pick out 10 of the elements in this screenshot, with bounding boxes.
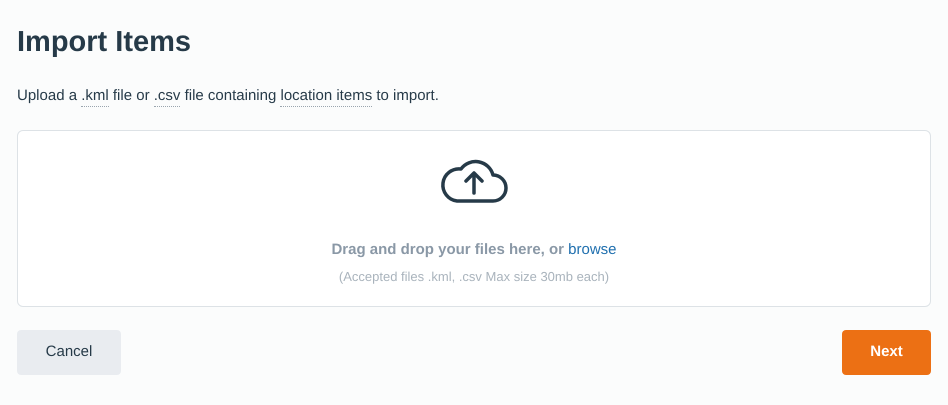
page-title: Import Items — [17, 25, 192, 60]
file-dropzone[interactable]: Drag and drop your files here, or browse (Accepted files .kml, .csv Max size 30mb each) — [17, 130, 931, 306]
cancel-button[interactable]: Cancel — [17, 330, 121, 374]
tooltip-term[interactable]: .csv — [154, 87, 180, 107]
browse-link[interactable]: browse — [568, 240, 617, 258]
accepted-files-hint: (Accepted files .kml, .csv Max size 30mb each) — [338, 268, 610, 286]
tooltip-term[interactable]: .kml — [81, 87, 109, 107]
drop-instructions: Drag and drop your files here, or browse — [331, 240, 617, 260]
tooltip-term[interactable]: location items — [280, 87, 372, 107]
intro-text: Upload a .kml file or .csv file containing location items to import. — [17, 85, 439, 108]
